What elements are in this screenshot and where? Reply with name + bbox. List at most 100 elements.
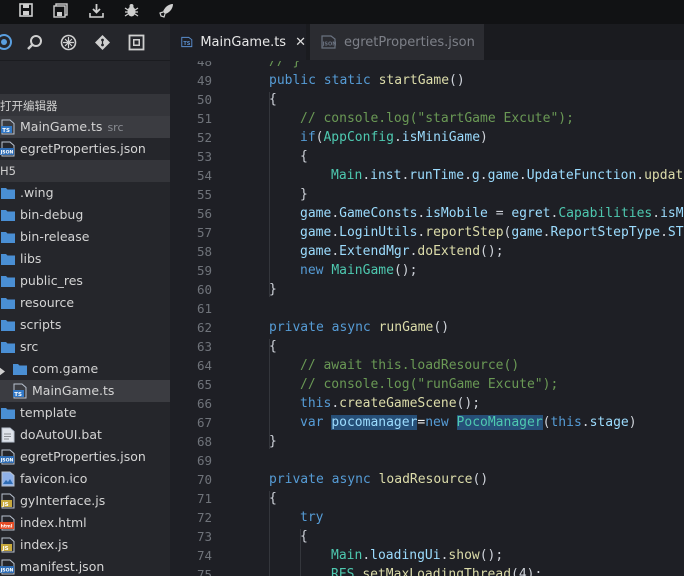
- tree-item[interactable]: JSON egretProperties.json: [0, 446, 170, 468]
- svg-text:JSON: JSON: [322, 42, 337, 48]
- code-token: .: [479, 168, 488, 183]
- code-line[interactable]: 68}: [170, 432, 684, 451]
- chevron-right-icon[interactable]: [0, 364, 5, 379]
- code-line[interactable]: 65 // console.log("runGame Excute");: [170, 375, 684, 394]
- code-line[interactable]: 70 private async loadResource(): [170, 470, 684, 489]
- code-line[interactable]: 48 // }: [170, 61, 684, 71]
- tree-item[interactable]: resource: [0, 292, 170, 314]
- line-number: 60: [196, 282, 212, 297]
- save-all-icon[interactable]: [48, 0, 72, 20]
- tree-item[interactable]: favicon.ico: [0, 468, 170, 490]
- item-label: gyInterface.js: [20, 493, 106, 508]
- tree-item[interactable]: libs: [0, 248, 170, 270]
- js-file-icon: JS: [0, 493, 16, 509]
- json-file-icon: JSON: [0, 141, 16, 157]
- explorer-icon[interactable]: [0, 30, 16, 54]
- tree-item[interactable]: com.game: [0, 358, 170, 380]
- code-line[interactable]: 73 {: [170, 527, 684, 546]
- code-token: {: [269, 339, 277, 354]
- code-line[interactable]: 59 new MainGame();: [170, 261, 684, 280]
- tree-item[interactable]: src: [0, 336, 170, 358]
- open-editor-item[interactable]: JSON egretProperties.json: [0, 138, 170, 160]
- item-label: scripts: [20, 317, 62, 332]
- tree-item[interactable]: .wing: [0, 182, 170, 204]
- item-label: resource: [20, 295, 75, 310]
- code-text: {: [269, 489, 277, 508]
- code-line[interactable]: 61: [170, 299, 684, 318]
- code-line[interactable]: 66 this.createGameScene();: [170, 394, 684, 413]
- code-token: reportStep: [425, 225, 504, 240]
- code-token: ();: [480, 244, 504, 259]
- git-icon[interactable]: [90, 30, 114, 54]
- code-editor[interactable]: 48// } 49 public static startGame() 50{51//…: [170, 61, 684, 576]
- code-token: createGameScene: [339, 396, 457, 411]
- ts-file-icon: TS: [181, 36, 193, 48]
- project-header[interactable]: H5: [0, 160, 170, 182]
- line-number: 54: [196, 168, 212, 183]
- folder-icon: [0, 317, 16, 333]
- save-icon[interactable]: [14, 0, 38, 20]
- code-line[interactable]: 64 // await this.loadResource(): [170, 356, 684, 375]
- line-number: 52: [196, 130, 212, 145]
- code-line[interactable]: 63 {: [170, 337, 684, 356]
- code-text: new MainGame();: [300, 261, 417, 280]
- tree-item[interactable]: doAutoUI.bat: [0, 424, 170, 446]
- code-line[interactable]: 53 {: [170, 147, 684, 166]
- line-number: 53: [196, 149, 212, 164]
- tree-item[interactable]: JS gyInterface.js: [0, 490, 170, 512]
- download-icon[interactable]: [84, 0, 108, 20]
- code-line[interactable]: 56 game.GameConsts.isMobile = egret.Capab…: [170, 204, 684, 223]
- code-token: new: [300, 263, 324, 278]
- tab-maingame-ts[interactable]: TS MainGame.ts ✕: [170, 24, 306, 60]
- code-line[interactable]: 52 if(AppConfig.isMiniGame): [170, 128, 684, 147]
- code-line[interactable]: 58 game.ExtendMgr.doExtend();: [170, 242, 684, 261]
- code-line[interactable]: 60}: [170, 280, 684, 299]
- code-token: inst: [370, 168, 402, 183]
- code-line[interactable]: 49 public static startGame(): [170, 71, 684, 90]
- folder-icon: [0, 339, 16, 355]
- code-token: isMo: [660, 206, 684, 221]
- code-line[interactable]: 57 game.LoginUtils.reportStep(game.Report…: [170, 223, 684, 242]
- code-line[interactable]: 72 try: [170, 508, 684, 527]
- layout-icon[interactable]: [124, 30, 148, 54]
- code-token: {: [300, 529, 308, 544]
- open-editors-header[interactable]: 打开编辑器: [0, 94, 170, 116]
- code-line[interactable]: 62 private async runGame(): [170, 318, 684, 337]
- extensions-icon[interactable]: [56, 30, 80, 54]
- code-line[interactable]: 69: [170, 451, 684, 470]
- open-editor-item[interactable]: TS MainGame.ts src: [0, 116, 170, 138]
- code-line[interactable]: 55}: [170, 185, 684, 204]
- code-line[interactable]: 71 {: [170, 489, 684, 508]
- code-line[interactable]: 50 {: [170, 90, 684, 109]
- item-label: manifest.json: [20, 559, 105, 574]
- tree-item[interactable]: template: [0, 402, 170, 424]
- code-line[interactable]: 54 Main.inst.runTime.g.game.UpdateFunctio…: [170, 166, 684, 185]
- tree-item[interactable]: scripts: [0, 314, 170, 336]
- code-text: game.GameConsts.isMobile = egret.Capabil…: [300, 204, 684, 223]
- line-number: 69: [196, 453, 212, 468]
- tree-item[interactable]: bin-release: [0, 226, 170, 248]
- code-line[interactable]: 74 Main.loadingUi.show();: [170, 546, 684, 565]
- tree-item[interactable]: html index.html: [0, 512, 170, 534]
- close-icon[interactable]: ✕: [295, 35, 306, 50]
- code-line[interactable]: 75 RES.setMaxLoadingThread(4);: [170, 565, 684, 576]
- search-icon[interactable]: [22, 30, 46, 54]
- tree-item[interactable]: JSON manifest.json: [0, 556, 170, 576]
- rocket-icon[interactable]: [154, 0, 178, 20]
- tab-egretproperties-json[interactable]: JSON egretProperties.json: [310, 24, 484, 60]
- item-label: libs: [20, 251, 42, 266]
- line-number: 51: [196, 111, 212, 126]
- tree-item[interactable]: JS index.js: [0, 534, 170, 556]
- bug-icon[interactable]: [119, 0, 143, 20]
- tree-item[interactable]: TS MainGame.ts: [0, 380, 170, 402]
- code-line[interactable]: 67 var pocomanager=new PocoManager(this.s…: [170, 413, 684, 432]
- tree-item[interactable]: bin-debug: [0, 204, 170, 226]
- tree-item[interactable]: public_res: [0, 270, 170, 292]
- code-text: {: [269, 90, 277, 109]
- editor-tab-bar: TS MainGame.ts ✕ JSON egretProperties.js…: [170, 24, 684, 60]
- code-line[interactable]: 51 // console.log("startGame Excute");: [170, 109, 684, 128]
- code-token: PocoManager: [456, 415, 543, 430]
